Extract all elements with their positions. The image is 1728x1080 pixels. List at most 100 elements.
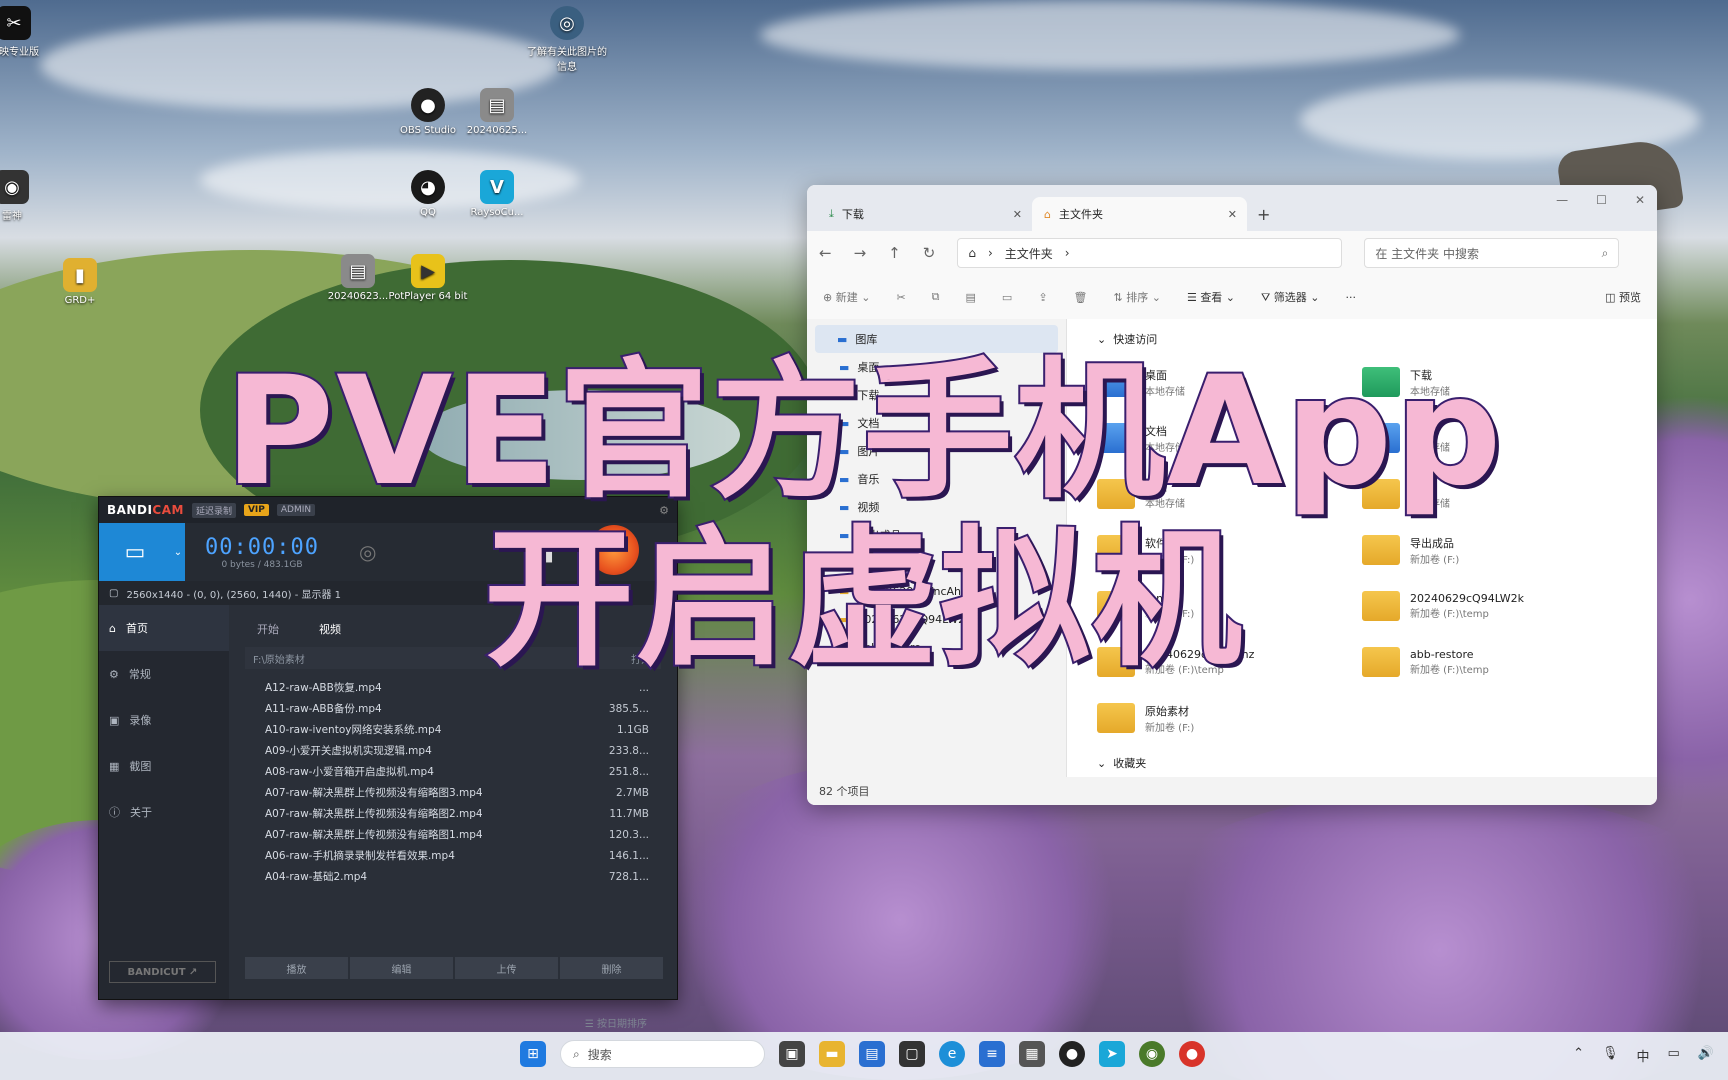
desktop-icon-image2[interactable]: ▤ 20240623... (318, 254, 398, 302)
potplayer-icon: ▶ (411, 254, 445, 288)
bandicut-button[interactable]: BANDICUT ↗ (109, 961, 216, 983)
rename-icon[interactable]: ▭ (1002, 291, 1012, 304)
cloud (760, 0, 1460, 70)
refresh-icon[interactable]: ↻ (923, 244, 936, 262)
recording-row[interactable]: A09-小爱开关虚拟机实现逻辑.mp4 233.8... (245, 740, 661, 761)
sort-label: 按日期排序 (597, 1019, 647, 1030)
bandicam-action-button[interactable]: 编辑 (350, 957, 453, 979)
desktop-icon-rayso[interactable]: V RaysoCu... (457, 170, 537, 218)
rayso-icon[interactable]: ➤ (1099, 1041, 1125, 1067)
tab-home[interactable]: ⌂ 主文件夹 ✕ (1032, 197, 1247, 231)
recording-name: A12-raw-ABB恢复.mp4 (265, 682, 382, 694)
search-input[interactable]: 在 主文件夹 中搜索 ⌕ (1364, 238, 1620, 268)
search-placeholder: 在 主文件夹 中搜索 (1375, 246, 1479, 261)
paste-icon[interactable]: ▤ (966, 291, 976, 304)
video-icon: ▣ (109, 713, 120, 727)
terminal-icon[interactable]: ▢ (899, 1041, 925, 1067)
desktop-icon-spotlight[interactable]: ◎ 了解有关此图片的信息 (527, 6, 607, 73)
ime-indicator[interactable]: 中 (1637, 1046, 1650, 1065)
desktop-icon-folder-shortcut[interactable]: ▮ GRD+ (40, 258, 120, 306)
qq-icon: ◕ (411, 170, 445, 204)
new-button[interactable]: ⊕ 新建 ⌄ (823, 289, 870, 305)
desktop-icon-potplayer[interactable]: ▶ PotPlayer 64 bit (388, 254, 468, 302)
filter-button[interactable]: ⛛ 筛选器 ⌄ (1261, 289, 1319, 305)
recording-row[interactable]: A11-raw-ABB备份.mp4 385.5... (245, 698, 661, 719)
recording-row[interactable]: A04-raw-基础2.mp4 728.1... (245, 866, 661, 887)
recording-size: 120.3... (608, 828, 649, 841)
recording-row[interactable]: A08-raw-小爱音箱开启虚拟机.mp4 251.8... (245, 761, 661, 782)
recording-name: A04-raw-基础2.mp4 (265, 871, 368, 883)
bandicam-action-button[interactable]: 删除 (560, 957, 663, 979)
desktop-icon-label: RaysoCu... (470, 207, 524, 218)
recording-row[interactable]: A07-raw-解决黑群上传视频没有缩略图1.mp4 120.3... (245, 824, 661, 845)
maximize-icon[interactable]: ☐ (1596, 193, 1607, 207)
download-icon: ⤓ (829, 207, 834, 220)
favorites-header[interactable]: ⌄ 收藏夹 (1097, 755, 1146, 771)
folder-text: 原始素材 新加卷 (F:) (1145, 703, 1194, 734)
calculator-icon[interactable]: ▦ (1019, 1041, 1045, 1067)
desktop-icon-label: OBS Studio (400, 125, 456, 136)
bandicam-action-button[interactable]: 上传 (455, 957, 558, 979)
forward-icon[interactable]: → (854, 244, 867, 262)
sort-button[interactable]: ⇅ 排序 ⌄ (1114, 289, 1161, 305)
desktop-icon-app[interactable]: ◉ 雷神 (0, 170, 52, 222)
desktop-icon-capcut[interactable]: ✂ 剪映专业版 (0, 6, 54, 58)
bandicam-icon[interactable]: ● (1179, 1041, 1205, 1067)
file-explorer-icon[interactable]: ▬ (819, 1041, 845, 1067)
image-file-icon: ▤ (480, 88, 514, 122)
recording-row[interactable]: A07-raw-解决黑群上传视频没有缩略图2.mp4 11.7MB (245, 803, 661, 824)
close-tab-icon[interactable]: ✕ (1228, 208, 1237, 221)
bandicam-nav-item[interactable]: ▦ 截图 (99, 743, 229, 789)
search-icon: ⌕ (1601, 245, 1609, 260)
bandicam-nav-item[interactable]: ⓘ 关于 (99, 789, 229, 835)
network-icon[interactable]: ▭ (1668, 1046, 1680, 1065)
minimize-icon[interactable]: — (1556, 193, 1568, 207)
desktop-icon-qq[interactable]: ◕ QQ (388, 170, 468, 218)
bandicam-action-button[interactable]: 播放 (245, 957, 348, 979)
back-icon[interactable]: ← (819, 244, 832, 262)
obs-icon[interactable]: ● (1059, 1041, 1085, 1067)
share-icon[interactable]: ⇪ (1038, 291, 1047, 304)
recording-size: 233.8... (608, 744, 649, 757)
bandicam-nav-item[interactable]: ▣ 录像 (99, 697, 229, 743)
notepad-icon[interactable]: ≡ (979, 1041, 1005, 1067)
window-controls: — ☐ ✕ (1556, 193, 1645, 207)
address-bar[interactable]: ⌂ › 主文件夹 › (957, 238, 1343, 268)
chevron-up-icon[interactable]: ⌃ (1573, 1046, 1584, 1065)
more-icon[interactable]: ··· (1346, 291, 1357, 304)
task-view-icon[interactable]: ▣ (779, 1041, 805, 1067)
view-button[interactable]: ☰ 查看 ⌄ (1187, 289, 1235, 305)
taskbar-search[interactable]: ⌕ 搜索 (560, 1040, 765, 1068)
cut-icon[interactable]: ✂ (896, 291, 905, 304)
microphone-icon[interactable]: 🎙 (1602, 1046, 1619, 1065)
preview-button[interactable]: ◫ 预览 (1605, 289, 1641, 305)
recording-row[interactable]: A06-raw-手机摘录录制发样看效果.mp4 146.1... (245, 845, 661, 866)
info-icon: ⓘ (109, 806, 120, 819)
address-text: 主文件夹 (1004, 246, 1053, 261)
up-icon[interactable]: ↑ (888, 244, 901, 262)
recording-list: A12-raw-ABB恢复.mp4... A11-raw-ABB备份.mp4 385… (245, 677, 661, 887)
explorer-tab-bar: ⤓ 下载 ✕ ⌂ 主文件夹 ✕ + — ☐ ✕ (807, 185, 1657, 231)
tab-downloads[interactable]: ⤓ 下载 ✕ (817, 197, 1032, 231)
chrome-icon[interactable]: ◉ (1139, 1041, 1165, 1067)
store-icon[interactable]: ▤ (859, 1041, 885, 1067)
new-tab-icon[interactable]: + (1257, 197, 1270, 231)
recording-size: 251.8... (608, 765, 649, 778)
copy-icon[interactable]: ⧉ (932, 290, 940, 304)
delete-icon[interactable]: 🗑 (1074, 291, 1088, 304)
start-icon[interactable]: ⊞ (520, 1041, 546, 1067)
recording-row[interactable]: A10-raw-iventoy网络安装系统.mp4 1.1GB (245, 719, 661, 740)
new-label: 新建 (835, 291, 858, 304)
sort-control[interactable]: ☰ 按日期排序 (585, 1015, 647, 1030)
folder-tile[interactable]: 原始素材 新加卷 (F:) (1097, 695, 1362, 741)
desktop-icon-obs[interactable]: ● OBS Studio (388, 88, 468, 136)
close-tab-icon[interactable]: ✕ (1013, 208, 1022, 221)
desktop-icon-image[interactable]: ▤ 20240625... (457, 88, 537, 136)
close-icon[interactable]: ✕ (1635, 193, 1645, 207)
command-bar: ⊕ 新建 ⌄ ✂ ⧉ ▤ ▭ ⇪ 🗑 ⇅ 排序 ⌄ ☰ 查看 ⌄ ⛛ 筛选器 ⌄… (807, 275, 1657, 320)
edge-icon[interactable]: e (939, 1041, 965, 1067)
volume-icon[interactable]: 🔊 (1698, 1046, 1714, 1065)
desktop-icon-label: 雷神 (2, 211, 22, 222)
section-title: 收藏夹 (1113, 757, 1147, 770)
recording-row[interactable]: A07-raw-解决黑群上传视频没有缩略图3.mp4 2.7MB (245, 782, 661, 803)
